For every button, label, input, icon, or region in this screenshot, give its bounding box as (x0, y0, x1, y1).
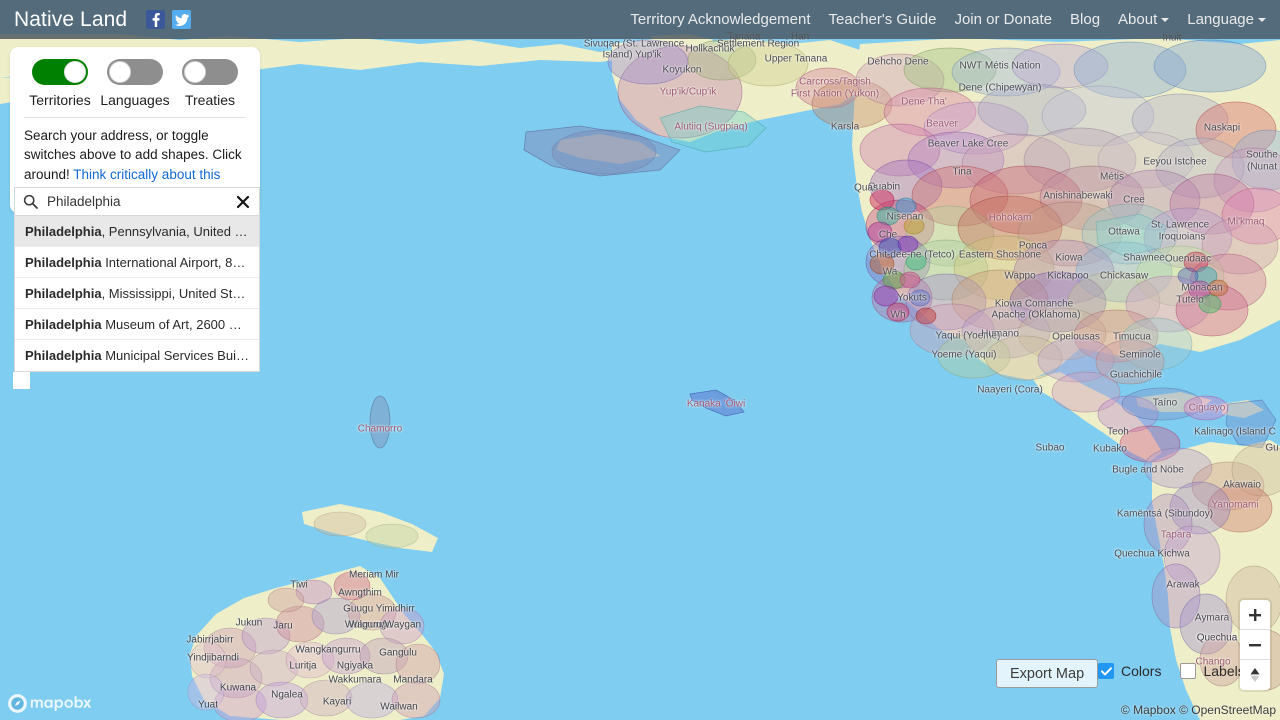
search-result-text: Philadelphia Municipal Services Buildi… (25, 348, 249, 363)
map-zoom-controls (1240, 600, 1270, 690)
nav-link-teacher-s-guide[interactable]: Teacher's Guide (829, 11, 937, 28)
toggle-knob (109, 61, 131, 83)
checkbox-colors[interactable] (1098, 663, 1114, 679)
search-result-match: Philadelphia (25, 285, 102, 301)
search-result-item[interactable]: Philadelphia, Pennsylvania, United St… (15, 216, 259, 247)
export-map-button[interactable]: Export Map (996, 659, 1099, 688)
chevron-down-icon (1258, 18, 1266, 23)
nav-link-label: Language (1187, 11, 1254, 28)
toggle-switch-territories[interactable] (32, 59, 88, 85)
nav-link-label: Territory Acknowledgement (630, 11, 811, 28)
layer-checkboxes: Colors Labels (1098, 663, 1257, 679)
search-result-text: Philadelphia International Airport, 880… (25, 254, 249, 270)
toggle-switch-treaties[interactable] (182, 59, 238, 85)
search-result-item[interactable]: Philadelphia Municipal Services Buildi… (15, 340, 259, 371)
chevron-down-icon (1161, 18, 1170, 23)
search-result-item[interactable]: Philadelphia Museum of Art, 2600 Be… (15, 309, 259, 340)
clear-search-icon[interactable] (235, 194, 251, 210)
search-result-text: Philadelphia, Pennsylvania, United St… (25, 223, 249, 239)
toggle-label: Treaties (184, 92, 236, 108)
search-result-match: Philadelphia (25, 348, 102, 363)
nav-link-label: Teacher's Guide (828, 11, 937, 28)
toggle-switch-languages[interactable] (107, 59, 163, 85)
twitter-icon[interactable] (172, 10, 192, 29)
search-result-match: Philadelphia (25, 223, 102, 239)
toggle-label: Territories (29, 92, 91, 108)
address-search: Philadelphia, Pennsylvania, United St…Ph… (14, 187, 260, 372)
panel-divider (24, 117, 246, 118)
search-results-list: Philadelphia, Pennsylvania, United St… Ph… (14, 216, 260, 372)
search-result-item[interactable]: Philadelphia International Airport, 880… (15, 247, 259, 278)
nav-link-about[interactable]: About (1118, 11, 1170, 28)
nav-links: Territory Acknowledgement Teacher's Guide… (630, 11, 1266, 28)
toggle-knob (184, 61, 206, 83)
nav-link-label: Join or Donate (954, 11, 1053, 28)
layer-toggle-row: Territories Languages Treaties (24, 59, 246, 108)
search-box[interactable] (14, 187, 260, 216)
search-icon (23, 194, 38, 209)
nav-link-label: Blog (1070, 11, 1101, 28)
mapbox-logo[interactable] (7, 693, 95, 714)
site-brand[interactable]: Native Land (14, 8, 127, 32)
compass-button[interactable] (1240, 660, 1270, 690)
toggle-item-languages: Languages (99, 59, 171, 108)
nav-link-language[interactable]: Language (1187, 11, 1266, 28)
nav-link-territory-acknowledgement[interactable]: Territory Acknowledgement (630, 11, 810, 28)
facebook-icon[interactable] (146, 10, 166, 29)
checkbox-label-colors: Colors (1121, 663, 1162, 679)
search-result-text: Philadelphia Museum of Art, 2600 Be… (25, 316, 249, 332)
social-links (139, 10, 192, 29)
toggle-item-territories: Territories (24, 59, 96, 108)
search-result-match: Philadelphia (25, 316, 102, 332)
nav-link-label: About (1118, 11, 1158, 28)
map-scale-box (13, 372, 30, 389)
native-land-app: Sivuqaq (St. Lawrence Island) Yup'ik Hollk… (0, 0, 1280, 720)
checkbox-labels[interactable] (1180, 663, 1197, 679)
search-input[interactable] (47, 194, 229, 209)
search-result-item[interactable]: Philadelphia, Mississippi, United Stat… (15, 278, 259, 309)
map-attribution[interactable]: © Mapbox © OpenStreetMap (1121, 703, 1276, 717)
checkbox-label-labels: Labels (1203, 663, 1245, 679)
search-result-text: Philadelphia, Mississippi, United Stat… (25, 285, 249, 301)
search-result-match: Philadelphia (25, 254, 102, 270)
toggle-knob (64, 61, 86, 83)
zoom-out-button[interactable] (1240, 630, 1270, 660)
toggle-label: Languages (100, 92, 170, 108)
top-navbar: Native Land Territory Acknowledgement Tea… (0, 0, 1280, 39)
toggle-item-treaties: Treaties (174, 59, 246, 108)
nav-link-join-or-donate[interactable]: Join or Donate (954, 11, 1052, 28)
nav-link-blog[interactable]: Blog (1070, 11, 1100, 28)
zoom-in-button[interactable] (1240, 600, 1270, 630)
